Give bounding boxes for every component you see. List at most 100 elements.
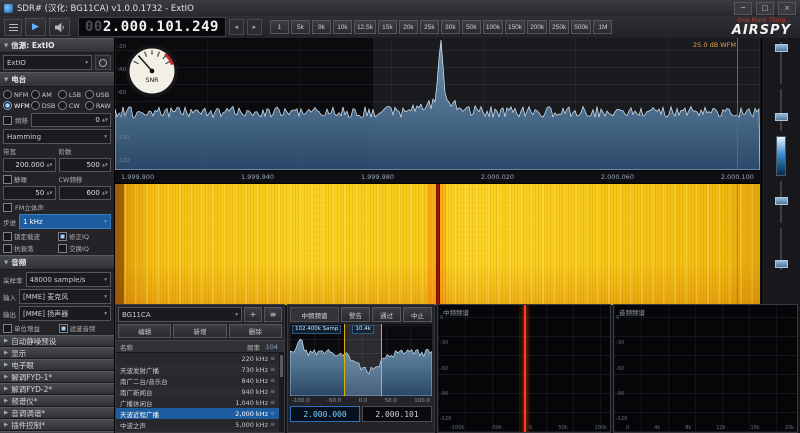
if-spectrum-scope[interactable] bbox=[438, 305, 610, 432]
step-button[interactable]: 500k bbox=[571, 20, 591, 34]
step-button[interactable]: 5k bbox=[291, 20, 310, 34]
filter-passband-region[interactable] bbox=[344, 324, 381, 396]
mode-dsb[interactable]: DSB bbox=[31, 101, 57, 110]
group-dropdown[interactable]: BG11CA ▾ bbox=[118, 307, 242, 322]
row-menu-icon[interactable]: ≡ bbox=[268, 399, 277, 406]
play-button[interactable]: ▶ bbox=[25, 18, 46, 36]
samplerate-dropdown[interactable]: 48000 sample/s▾ bbox=[26, 272, 112, 287]
menu-button[interactable] bbox=[4, 19, 22, 36]
list-item[interactable]: CNR-16,100 kHz≡ bbox=[116, 430, 279, 432]
if-panel-button-3[interactable]: 中止 bbox=[403, 307, 432, 322]
mode-wfm[interactable]: WFM bbox=[3, 101, 30, 110]
panel-spectrum-analyzer[interactable]: ▶频谱仪* bbox=[0, 395, 114, 407]
waterfall-display[interactable] bbox=[115, 184, 760, 305]
add-entry-button[interactable]: + bbox=[244, 307, 262, 322]
zoom-slider[interactable] bbox=[774, 42, 788, 84]
shift-checkbox[interactable] bbox=[3, 116, 12, 125]
filter-edge-left[interactable] bbox=[344, 324, 345, 396]
mode-cw[interactable]: CW bbox=[58, 101, 84, 110]
step-button[interactable]: 1 bbox=[270, 20, 289, 34]
unity-gain-checkbox[interactable] bbox=[3, 324, 12, 333]
list-view-button[interactable]: ≡ bbox=[264, 307, 282, 322]
if-mini-spectrum[interactable]: 102.400k Samp 10.4k bbox=[290, 324, 432, 396]
row-menu-icon[interactable]: ≡ bbox=[268, 366, 277, 373]
panel-source[interactable]: ▼ 信源: ExtIO bbox=[0, 38, 114, 53]
frequency-display[interactable]: 002.000.101.249 bbox=[78, 17, 226, 37]
mode-lsb[interactable]: LSB bbox=[58, 90, 84, 99]
minimize-button[interactable]: ─ bbox=[734, 2, 752, 15]
step-button[interactable]: 25k bbox=[420, 20, 439, 34]
close-button[interactable]: × bbox=[778, 2, 796, 15]
panel-radio[interactable]: ▼ 电台 bbox=[0, 72, 114, 87]
waterfall-gradient-bar[interactable] bbox=[776, 136, 786, 176]
vfo-tuning-line[interactable] bbox=[737, 38, 738, 170]
filter-audio-checkbox[interactable] bbox=[59, 324, 68, 333]
step-size-dropdown[interactable]: 1 kHz ▾ bbox=[19, 214, 111, 229]
panel-display[interactable]: ▶显示 bbox=[0, 347, 114, 359]
row-menu-icon[interactable]: ≡ bbox=[268, 377, 277, 384]
mode-nfm[interactable]: NFM bbox=[3, 90, 30, 99]
list-item[interactable]: 南广新闻台940 kHz≡ bbox=[116, 386, 279, 397]
mode-am[interactable]: AM bbox=[31, 90, 57, 99]
list-item-selected[interactable]: 天波近程广播2,000 kHz≡ bbox=[116, 408, 279, 419]
step-button[interactable]: 12.5k bbox=[354, 20, 376, 34]
spectrum-display[interactable]: -20-40-60-80-100-120 25.0 dB WFM SNR bbox=[115, 38, 760, 171]
step-button[interactable]: 20k bbox=[399, 20, 418, 34]
step-button[interactable]: 200k bbox=[527, 20, 547, 34]
range-slider[interactable] bbox=[774, 228, 788, 270]
filter-window-dropdown[interactable]: Hamming ▾ bbox=[3, 129, 111, 144]
row-menu-icon[interactable]: ≡ bbox=[268, 421, 277, 428]
panel-fyd2[interactable]: ▶解调FYD-2* bbox=[0, 383, 114, 395]
audio-input-dropdown[interactable]: [MME] 麦克风▾ bbox=[19, 289, 111, 304]
bandwidth-field[interactable]: 200.000▲▼ bbox=[3, 158, 56, 172]
if-panel-tab[interactable]: 中频频谱 bbox=[290, 307, 339, 322]
panel-audio[interactable]: ▼ 音频 bbox=[0, 255, 114, 270]
source-device-dropdown[interactable]: ExtIO ▾ bbox=[3, 55, 92, 70]
contrast-slider[interactable] bbox=[774, 89, 788, 131]
row-menu-icon[interactable]: ≡ bbox=[268, 388, 277, 395]
if-panel-button-2[interactable]: 通过 bbox=[372, 307, 401, 322]
step-button[interactable]: 50k bbox=[462, 20, 481, 34]
order-field[interactable]: 500▲▼ bbox=[59, 158, 112, 172]
step-button[interactable]: 30k bbox=[441, 20, 460, 34]
tune-up-button[interactable]: ▸ bbox=[247, 19, 262, 35]
cw-shift-field[interactable]: 600▲▼ bbox=[59, 186, 112, 200]
step-button[interactable]: 9k bbox=[312, 20, 331, 34]
row-menu-icon[interactable]: ≡ bbox=[268, 355, 277, 362]
list-item[interactable]: 中波之声5,000 kHz≡ bbox=[116, 419, 279, 430]
mode-usb[interactable]: USB bbox=[85, 90, 111, 99]
correct-iq-checkbox[interactable] bbox=[58, 232, 67, 241]
swap-iq-checkbox[interactable] bbox=[58, 244, 67, 253]
lock-carrier-checkbox[interactable] bbox=[3, 232, 12, 241]
step-button[interactable]: 1M bbox=[593, 20, 612, 34]
mode-raw[interactable]: RAW bbox=[85, 101, 111, 110]
step-button[interactable]: 10k bbox=[333, 20, 352, 34]
squelch-field[interactable]: 50▲▼ bbox=[3, 186, 56, 200]
squelch-checkbox[interactable] bbox=[3, 175, 12, 184]
list-item[interactable]: 天波发射广播730 kHz≡ bbox=[116, 364, 279, 375]
source-config-button[interactable] bbox=[95, 55, 111, 70]
delete-button[interactable]: 删除 bbox=[229, 324, 282, 338]
panel-agc-presets[interactable]: ▶自动静噪预设 bbox=[0, 335, 114, 347]
anti-fading-checkbox[interactable] bbox=[3, 244, 12, 253]
shift-field[interactable]: 0▲▼ bbox=[31, 113, 111, 127]
center-frequency-readout[interactable]: 2.000.000 bbox=[290, 406, 360, 422]
list-item[interactable]: 广播休闲台1,040 kHz≡ bbox=[116, 397, 279, 408]
list-item[interactable]: 南广二台/音乐台840 kHz≡ bbox=[116, 375, 279, 386]
panel-tone-tuning[interactable]: ▶音调调谐* bbox=[0, 407, 114, 419]
maximize-button[interactable]: □ bbox=[756, 2, 774, 15]
edit-button[interactable]: 编辑 bbox=[118, 324, 171, 338]
panel-plugin-control[interactable]: ▶插件控制* bbox=[0, 419, 114, 431]
list-scrollbar[interactable] bbox=[279, 353, 284, 432]
list-item[interactable]: 220 kHz≡ bbox=[116, 353, 279, 364]
panel-eye[interactable]: ▶电子眼 bbox=[0, 359, 114, 371]
mute-button[interactable] bbox=[49, 18, 70, 36]
tune-down-button[interactable]: ◂ bbox=[229, 19, 244, 35]
panel-fyd1[interactable]: ▶解调FYD-1* bbox=[0, 371, 114, 383]
new-button[interactable]: 新增 bbox=[173, 324, 226, 338]
if-panel-button-1[interactable]: 警告 bbox=[341, 307, 370, 322]
fm-stereo-checkbox[interactable] bbox=[3, 203, 12, 212]
filter-edge-right[interactable] bbox=[381, 324, 382, 396]
step-button[interactable]: 15k bbox=[378, 20, 397, 34]
audio-spectrum-scope[interactable] bbox=[614, 305, 797, 432]
